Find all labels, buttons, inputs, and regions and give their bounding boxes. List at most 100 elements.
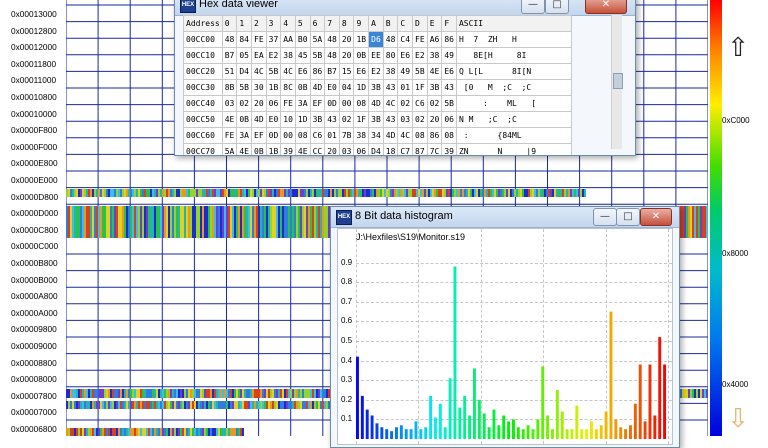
hex-byte-cell[interactable]: 20 bbox=[338, 31, 355, 48]
hex-byte-cell[interactable]: C7 bbox=[397, 143, 414, 155]
maximize-button[interactable]: □ bbox=[545, 0, 569, 14]
minimize-button[interactable]: — bbox=[521, 0, 545, 14]
hex-byte-cell[interactable]: 1F bbox=[412, 79, 428, 96]
hex-byte-cell[interactable]: 02 bbox=[412, 111, 428, 128]
hex-byte-cell[interactable]: 1D bbox=[353, 79, 370, 96]
hex-byte-cell[interactable]: 3A bbox=[294, 95, 311, 112]
hex-byte-cell[interactable]: 5B bbox=[412, 63, 428, 80]
hex-byte-cell[interactable]: 1B bbox=[353, 31, 370, 48]
hex-byte-cell[interactable]: 51 bbox=[221, 63, 238, 80]
hex-byte-cell[interactable]: 38 bbox=[382, 63, 399, 80]
hex-byte-cell[interactable]: 01 bbox=[324, 127, 340, 144]
hex-byte-cell[interactable]: 86 bbox=[309, 63, 326, 80]
hex-byte-cell[interactable]: 1F bbox=[353, 111, 370, 128]
hex-byte-cell[interactable]: 5B bbox=[265, 63, 282, 80]
hex-byte-cell[interactable]: 3B bbox=[368, 111, 384, 128]
hex-byte-cell[interactable]: 1B bbox=[265, 143, 282, 155]
hex-byte-cell[interactable]: 80 bbox=[382, 47, 399, 64]
hex-byte-cell[interactable]: 00 bbox=[338, 95, 355, 112]
hex-byte-cell[interactable]: 45 bbox=[294, 47, 311, 64]
hex-byte-cell[interactable]: 84 bbox=[236, 31, 252, 48]
hex-byte-cell[interactable]: 20 bbox=[338, 47, 355, 64]
hex-byte-cell[interactable]: 4C bbox=[280, 63, 296, 80]
hex-byte-cell[interactable]: 08 bbox=[441, 127, 457, 144]
hex-byte-cell[interactable]: FE bbox=[221, 127, 238, 144]
hex-byte-cell[interactable]: E2 bbox=[412, 47, 428, 64]
hex-byte-cell[interactable]: 34 bbox=[368, 127, 384, 144]
hex-byte-cell[interactable]: 3B bbox=[309, 111, 326, 128]
hex-byte-cell[interactable]: 03 bbox=[221, 95, 238, 112]
hex-viewer-titlebar[interactable]: HEX Hex data viewer — □ ✕ bbox=[175, 0, 635, 16]
hex-row[interactable]: 00CC20 51 D4 4C 5B 4C E6 86 B7 15 E6 E2 38 49 5B 4E E6 Q … bbox=[183, 63, 572, 80]
hex-byte-cell[interactable]: 15 bbox=[338, 63, 355, 80]
hex-byte-cell[interactable]: 48 bbox=[221, 31, 238, 48]
hex-row[interactable]: 00CC70 5A 4E 0B 1B 39 4E CC 20 03 06 D4 18 C7 87 7C 39 ZN… bbox=[183, 143, 572, 155]
minimize-button[interactable]: — bbox=[593, 208, 617, 226]
histogram-titlebar[interactable]: HEX 8 Bit data histogram — □ ✕ bbox=[331, 207, 679, 228]
hex-byte-cell[interactable]: 02 bbox=[338, 111, 355, 128]
hex-byte-cell[interactable]: E0 bbox=[324, 79, 340, 96]
hex-row[interactable]: 00CC60 FE 3A EF 0D 00 08 C6 01 7B 38 34 4D 4C 08 86 08 :… bbox=[183, 127, 572, 144]
hex-byte-cell[interactable]: 5B bbox=[309, 47, 326, 64]
hex-byte-cell[interactable]: 1B bbox=[265, 79, 282, 96]
hex-byte-cell[interactable]: 04 bbox=[338, 79, 355, 96]
hex-byte-cell[interactable]: 06 bbox=[265, 95, 282, 112]
hex-byte-cell[interactable]: 39 bbox=[280, 143, 296, 155]
hex-byte-cell[interactable]: 48 bbox=[324, 31, 340, 48]
hex-byte-cell[interactable]: 5B bbox=[441, 95, 457, 112]
hex-byte-cell[interactable]: 7C bbox=[426, 143, 443, 155]
hex-byte-cell[interactable]: 06 bbox=[441, 111, 457, 128]
hex-byte-cell[interactable]: E6 bbox=[397, 47, 414, 64]
hex-scrollbar-thumb[interactable] bbox=[613, 73, 623, 89]
hex-byte-cell[interactable]: E6 bbox=[441, 63, 457, 80]
hex-viewer-window[interactable]: HEX Hex data viewer — □ ✕ Address 0 1 2 3 4 5 6… bbox=[174, 0, 636, 156]
hex-byte-cell[interactable]: 08 bbox=[412, 127, 428, 144]
hex-byte-cell[interactable]: FE bbox=[251, 31, 267, 48]
hex-byte-cell[interactable]: A6 bbox=[426, 31, 443, 48]
hex-byte-cell[interactable]: 3B bbox=[426, 79, 443, 96]
hex-byte-cell[interactable]: 5A bbox=[309, 31, 326, 48]
hex-byte-cell[interactable]: 43 bbox=[441, 79, 457, 96]
hex-byte-cell[interactable]: EA bbox=[251, 47, 267, 64]
hex-byte-cell[interactable]: 8B bbox=[221, 79, 238, 96]
hex-byte-cell[interactable]: 02 bbox=[397, 95, 414, 112]
hex-byte-cell[interactable]: 18 bbox=[382, 143, 399, 155]
hex-table[interactable]: Address 0 1 2 3 4 5 6 7 8 9 A B C D E F ASCII 00CC00 48 84 FE… bbox=[183, 15, 572, 155]
hex-byte-cell[interactable]: 06 bbox=[353, 143, 370, 155]
hex-byte-cell[interactable]: 05 bbox=[236, 47, 252, 64]
hex-byte-cell[interactable]: B0 bbox=[294, 31, 311, 48]
hex-byte-cell[interactable]: EF bbox=[251, 127, 267, 144]
hex-scrollbar[interactable] bbox=[611, 15, 623, 149]
hex-byte-cell[interactable]: 5A bbox=[221, 143, 238, 155]
hex-byte-cell[interactable]: 3A bbox=[236, 127, 252, 144]
hex-byte-cell[interactable]: 49 bbox=[397, 63, 414, 80]
hex-byte-cell[interactable]: 43 bbox=[324, 111, 340, 128]
hex-byte-cell[interactable]: 4E bbox=[426, 63, 443, 80]
hex-byte-cell[interactable]: 4C bbox=[382, 95, 399, 112]
hex-byte-cell[interactable]: 0D bbox=[324, 95, 340, 112]
hex-byte-cell[interactable]: B7 bbox=[324, 63, 340, 80]
hex-byte-cell[interactable]: 87 bbox=[412, 143, 428, 155]
hex-byte-cell[interactable]: 4C bbox=[397, 127, 414, 144]
hex-byte-cell[interactable]: 4E bbox=[236, 143, 252, 155]
hex-byte-cell[interactable]: CC bbox=[309, 143, 326, 155]
hex-byte-cell[interactable]: E0 bbox=[265, 111, 282, 128]
hex-byte-cell[interactable]: E6 bbox=[294, 63, 311, 80]
hex-byte-cell[interactable]: 4C bbox=[251, 63, 267, 80]
hex-byte-cell[interactable]: AA bbox=[280, 31, 296, 48]
hex-byte-cell[interactable]: 03 bbox=[397, 111, 414, 128]
hex-byte-cell[interactable]: 4D bbox=[382, 127, 399, 144]
hex-row[interactable]: 00CC00 48 84 FE 37 AA B0 5A 48 20 1B D6 48 C4 FE A6 86 H … bbox=[183, 31, 572, 48]
hex-byte-cell[interactable]: 5B bbox=[236, 79, 252, 96]
hex-byte-cell[interactable]: EF bbox=[309, 95, 326, 112]
hex-byte-cell[interactable]: C6 bbox=[309, 127, 326, 144]
hex-byte-cell[interactable]: 20 bbox=[251, 95, 267, 112]
hex-row[interactable]: 00CC40 03 02 20 06 FE 3A EF 0D 00 08 4D 4C 02 C6 02 5B :… bbox=[183, 95, 572, 112]
hex-byte-cell[interactable]: D4 bbox=[368, 143, 384, 155]
hex-byte-cell[interactable]: 37 bbox=[265, 31, 282, 48]
hex-row[interactable]: 00CC50 4E 0B 4D E0 10 1D 3B 43 02 1F 3B 43 03 02 20 06 N … bbox=[183, 111, 572, 128]
hex-byte-cell[interactable]: 38 bbox=[280, 47, 296, 64]
hex-byte-cell[interactable]: EE bbox=[368, 47, 384, 64]
hex-byte-cell[interactable]: 86 bbox=[426, 127, 443, 144]
hex-byte-cell[interactable]: 4D bbox=[309, 79, 326, 96]
